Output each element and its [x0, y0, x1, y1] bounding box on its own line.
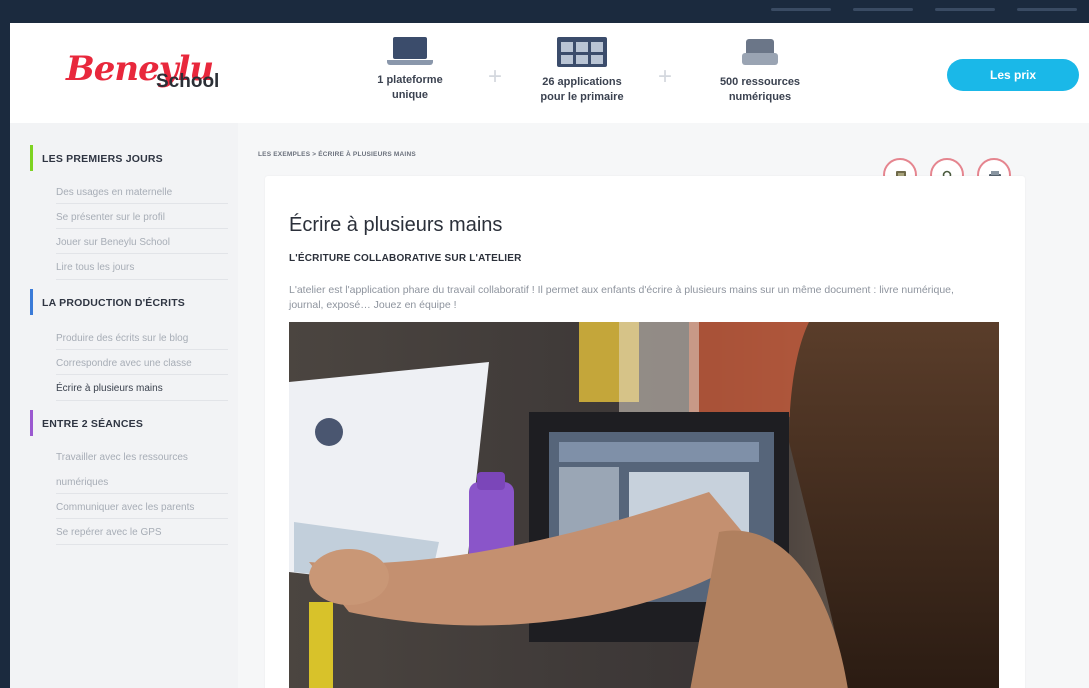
feature-applications: 26 applications pour le primaire: [527, 37, 637, 105]
divider: [56, 349, 228, 350]
divider: [56, 279, 228, 280]
article-subtitle: L'ÉCRITURE COLLABORATIVE SUR L'ATELIER: [289, 253, 522, 264]
plus-sign: +: [488, 63, 503, 90]
sidebar-item[interactable]: Se repérer avec le GPS: [56, 527, 162, 538]
sidebar-section-title[interactable]: LA PRODUCTION D'ÉCRITS: [30, 297, 185, 309]
laptop-icon: [387, 37, 433, 65]
feature-line1: 500 ressources: [719, 76, 801, 88]
divider: [56, 493, 228, 494]
sidebar-item[interactable]: Travailler avec les ressources: [56, 452, 188, 463]
article-body: L'atelier est l'application phare du tra…: [289, 284, 954, 311]
top-navigation-strip: [0, 0, 1089, 23]
feature-line2: numériques: [728, 91, 792, 103]
feature-line2: unique: [391, 89, 429, 101]
page-frame: Beneylu School 1 plateforme unique + 26 …: [10, 23, 1089, 688]
divider: [56, 400, 228, 401]
apps-grid-icon: [557, 37, 607, 67]
feature-line2: pour le primaire: [540, 91, 624, 103]
main-content: LES EXEMPLES > ÉCRIRE À PLUSIEURS MAINS …: [238, 123, 1089, 688]
divider: [56, 374, 228, 375]
sidebar-section-title[interactable]: LES PREMIERS JOURS: [30, 153, 163, 165]
divider: [56, 228, 228, 229]
sidebar-item[interactable]: Se présenter sur le profil: [56, 212, 165, 223]
divider: [56, 518, 228, 519]
photo-illustration: [289, 322, 999, 688]
sidebar-item-active[interactable]: Écrire à plusieurs mains: [56, 383, 163, 394]
feature-resources: 500 ressources numériques: [705, 37, 815, 105]
plus-sign: +: [658, 63, 673, 90]
divider: [56, 544, 228, 545]
beneylu-school-logo[interactable]: Beneylu School: [66, 49, 236, 101]
feature-platform: 1 plateforme unique: [365, 37, 455, 103]
sidebar-item[interactable]: Correspondre avec une classe: [56, 358, 192, 369]
top-link[interactable]: [853, 8, 913, 11]
divider: [56, 253, 228, 254]
resources-box-icon: [740, 37, 780, 67]
feature-line1: 26 applications: [542, 76, 622, 88]
article-title: Écrire à plusieurs mains: [289, 214, 503, 236]
top-link[interactable]: [771, 8, 831, 11]
feature-line1: 1 plateforme: [377, 74, 443, 86]
sidebar-item[interactable]: Communiquer avec les parents: [56, 502, 194, 513]
sidebar-item[interactable]: numériques: [56, 477, 108, 488]
sidebar-item[interactable]: Jouer sur Beneylu School: [56, 237, 170, 248]
sidebar-item[interactable]: Des usages en maternelle: [56, 187, 172, 198]
classroom-photo: [289, 322, 999, 688]
sidebar-item[interactable]: Produire des écrits sur le blog: [56, 333, 188, 344]
divider: [56, 203, 228, 204]
logo-school-text: School: [156, 71, 220, 92]
breadcrumb[interactable]: LES EXEMPLES > ÉCRIRE À PLUSIEURS MAINS: [258, 151, 416, 158]
sidebar: LES PREMIERS JOURS Des usages en materne…: [10, 123, 238, 688]
top-link[interactable]: [1017, 8, 1077, 11]
sidebar-item[interactable]: Lire tous les jours: [56, 262, 134, 273]
sidebar-section-title[interactable]: ENTRE 2 SÉANCES: [30, 418, 143, 430]
top-links: [771, 8, 1077, 11]
site-header: Beneylu School 1 plateforme unique + 26 …: [10, 23, 1089, 123]
top-link[interactable]: [935, 8, 995, 11]
article-card: Écrire à plusieurs mains L'ÉCRITURE COLL…: [265, 176, 1025, 688]
les-prix-button[interactable]: Les prix: [947, 59, 1079, 91]
